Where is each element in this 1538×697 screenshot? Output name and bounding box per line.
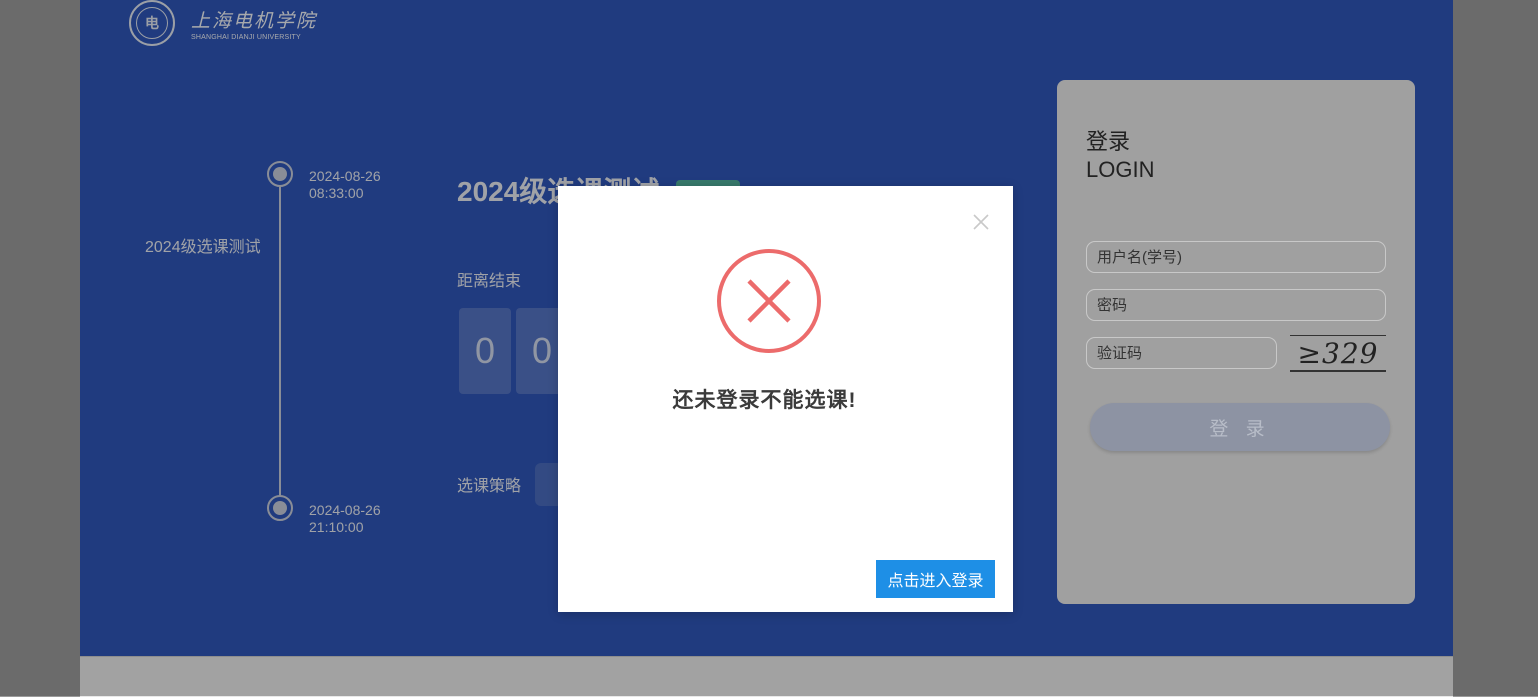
login-title: 登录 LOGIN [1086, 128, 1154, 184]
goto-login-button[interactable]: 点击进入登录 [876, 560, 995, 598]
login-button[interactable]: 登 录 [1090, 403, 1390, 451]
error-icon [717, 249, 821, 353]
dialog-message: 还未登录不能选课! [672, 389, 857, 412]
error-dialog: 还未登录不能选课! 点击进入登录 [558, 186, 1013, 612]
username-input[interactable] [1086, 241, 1386, 273]
password-input[interactable] [1086, 289, 1386, 321]
login-title-en: LOGIN [1086, 157, 1155, 182]
captcha-image[interactable]: ≥329 [1290, 335, 1386, 372]
captcha-input[interactable] [1086, 337, 1277, 369]
close-icon[interactable] [971, 212, 991, 232]
login-panel: 登录 LOGIN ≥329 登 录 [1057, 80, 1415, 604]
login-title-cn: 登录 [1086, 129, 1131, 154]
